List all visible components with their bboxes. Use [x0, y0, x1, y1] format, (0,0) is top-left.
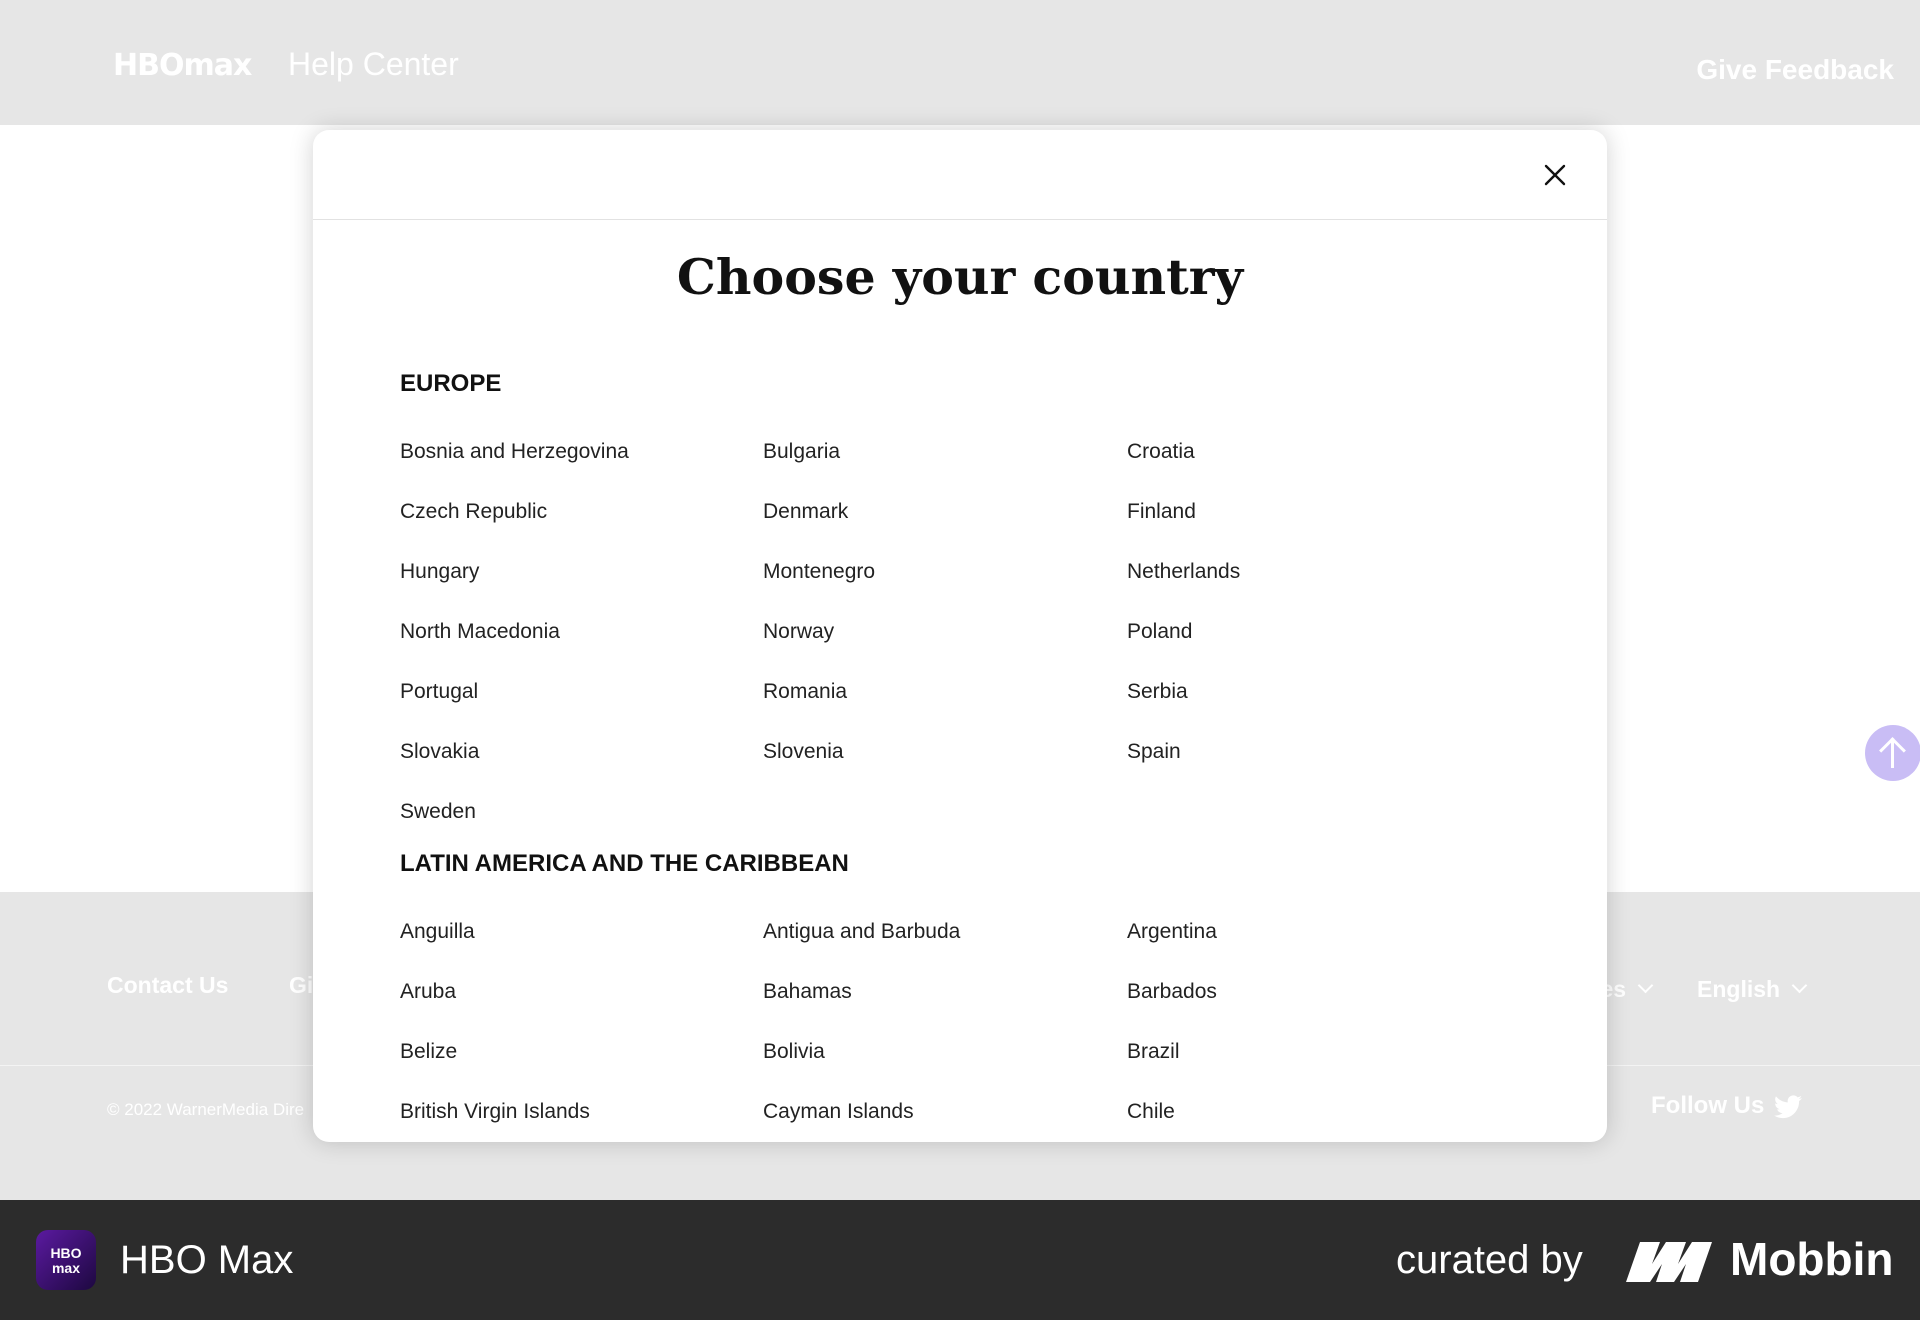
modal-title: Choose your country [676, 248, 1244, 306]
region-heading-latin-america: LATIN AMERICA AND THE CARIBBEAN [400, 850, 849, 877]
country-option[interactable]: Poland [1127, 620, 1192, 644]
country-option[interactable]: Antigua and Barbuda [763, 920, 960, 944]
country-option[interactable]: Croatia [1127, 440, 1195, 464]
hbo-max-app-icon: HBO max [36, 1230, 96, 1290]
footer-give-link[interactable]: Gi [289, 972, 313, 999]
country-option[interactable]: Serbia [1127, 680, 1188, 704]
modal-header [313, 130, 1607, 220]
chevron-down-icon [1637, 977, 1654, 994]
country-option[interactable]: Czech Republic [400, 500, 547, 524]
language-selector[interactable]: English [1697, 976, 1808, 1003]
site-header: HBOmax Help Center Give Feedback [0, 0, 1920, 125]
country-option[interactable]: Hungary [400, 560, 479, 584]
country-option[interactable]: Bolivia [763, 1040, 825, 1064]
country-option[interactable]: Netherlands [1127, 560, 1240, 584]
country-option[interactable]: Denmark [763, 500, 848, 524]
country-option[interactable]: Bahamas [763, 980, 852, 1004]
follow-us-link[interactable]: Follow Us [1651, 1092, 1803, 1120]
mobbin-logo-icon [1626, 1242, 1712, 1282]
follow-us-label: Follow Us [1651, 1092, 1765, 1119]
copyright-text: © 2022 WarnerMedia Dire [107, 1100, 305, 1119]
country-option[interactable]: Portugal [400, 680, 478, 704]
country-option[interactable]: Bosnia and Herzegovina [400, 440, 629, 464]
country-option[interactable]: Romania [763, 680, 847, 704]
country-option[interactable]: Cayman Islands [763, 1100, 914, 1124]
country-option[interactable]: Slovenia [763, 740, 844, 764]
country-option[interactable]: Slovakia [400, 740, 479, 764]
country-option[interactable]: Finland [1127, 500, 1196, 524]
country-option[interactable]: Chile [1127, 1100, 1175, 1124]
country-option[interactable]: Montenegro [763, 560, 875, 584]
close-icon[interactable] [1540, 160, 1570, 190]
chevron-down-icon [1791, 977, 1808, 994]
country-option[interactable]: Belize [400, 1040, 457, 1064]
country-option[interactable]: Barbados [1127, 980, 1217, 1004]
give-feedback-link[interactable]: Give Feedback [1696, 54, 1894, 86]
country-option[interactable]: Sweden [400, 800, 476, 824]
scroll-to-top-button[interactable] [1865, 725, 1920, 781]
curated-by-label: curated by [1396, 1238, 1583, 1282]
country-option[interactable]: Spain [1127, 740, 1181, 764]
country-option[interactable]: Norway [763, 620, 834, 644]
mobbin-brand-name: Mobbin [1730, 1233, 1894, 1285]
language-selector-label: English [1697, 976, 1781, 1002]
hbo-max-logo[interactable]: HBOmax [113, 48, 252, 83]
region-heading-europe: EUROPE [400, 370, 502, 397]
country-option[interactable]: British Virgin Islands [400, 1100, 590, 1124]
country-option[interactable]: Aruba [400, 980, 456, 1004]
help-center-title[interactable]: Help Center [288, 46, 459, 83]
app-name: HBO Max [120, 1238, 294, 1282]
country-option[interactable]: Bulgaria [763, 440, 840, 464]
contact-us-link[interactable]: Contact Us [107, 972, 228, 999]
country-chooser-modal: Choose your country EUROPE Bosnia and He… [313, 130, 1607, 1142]
country-option[interactable]: Brazil [1127, 1040, 1180, 1064]
brand-bar: HBO max HBO Max curated by Mobbin [0, 1200, 1920, 1320]
twitter-icon [1774, 1094, 1803, 1118]
country-option[interactable]: Argentina [1127, 920, 1217, 944]
country-option[interactable]: Anguilla [400, 920, 475, 944]
country-option[interactable]: North Macedonia [400, 620, 560, 644]
